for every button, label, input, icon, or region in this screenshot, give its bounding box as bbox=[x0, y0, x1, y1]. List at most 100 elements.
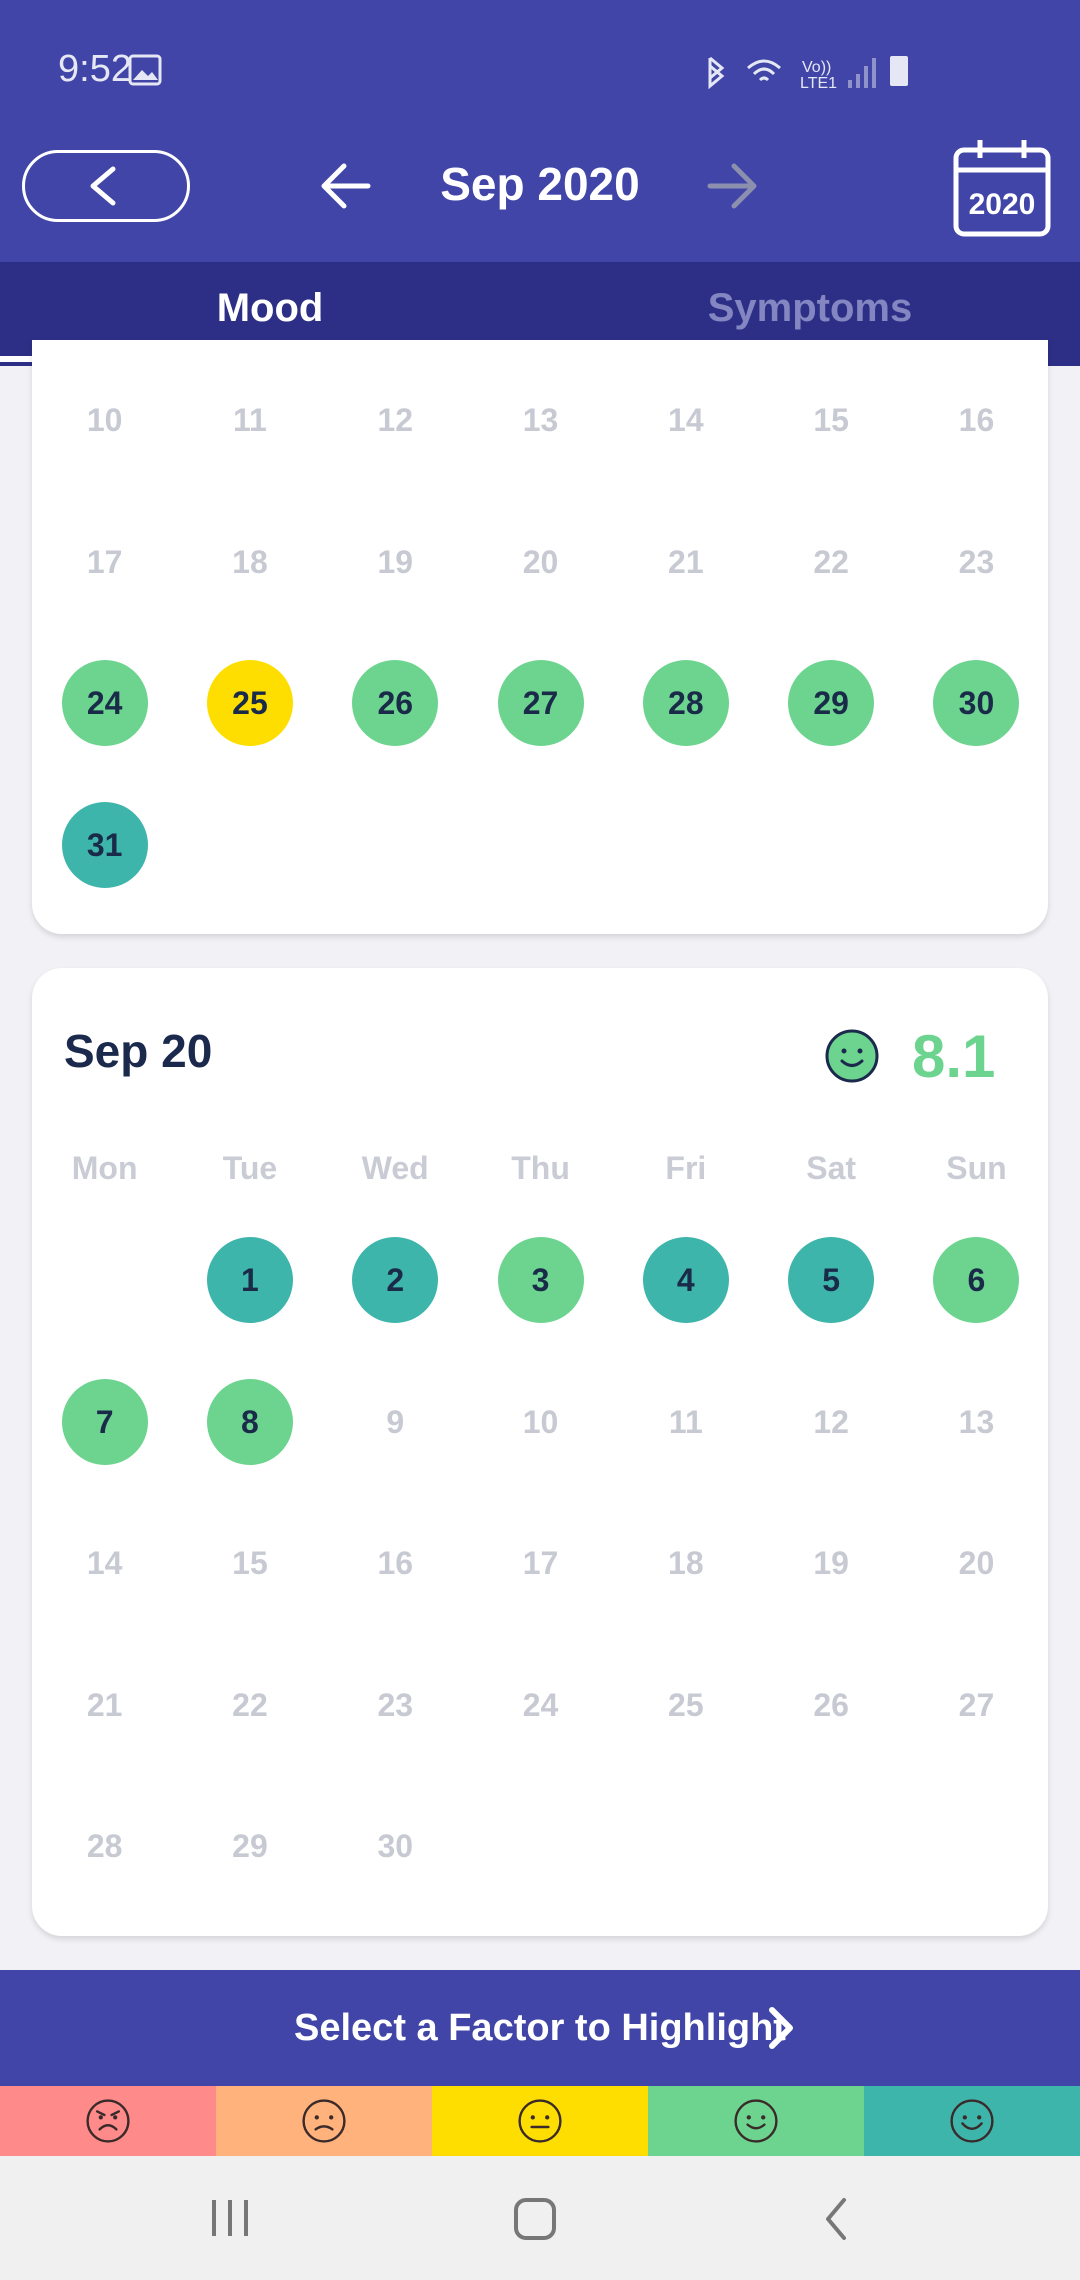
calendar-day: 17 bbox=[468, 1520, 613, 1606]
calendar-day: 13 bbox=[468, 377, 613, 463]
back-nav-icon[interactable] bbox=[818, 2194, 854, 2244]
wifi-icon bbox=[747, 59, 781, 82]
calendar-day: 27 bbox=[904, 1662, 1049, 1748]
calendar-day: 28 bbox=[32, 1803, 177, 1889]
calendar-day: 23 bbox=[904, 519, 1049, 605]
day-number: 28 bbox=[86, 1828, 123, 1865]
calendar-day[interactable]: 4 bbox=[613, 1237, 758, 1323]
calendar-day[interactable]: 26 bbox=[323, 660, 468, 747]
calendar-day: 24 bbox=[468, 1662, 613, 1748]
day-number: 26 bbox=[813, 1686, 849, 1723]
weekday-label: Sat bbox=[806, 1150, 857, 1186]
calendar-day: 29 bbox=[177, 1803, 322, 1889]
year-label: 2020 bbox=[969, 188, 1036, 221]
day-number: 15 bbox=[813, 402, 849, 438]
chevron-right-icon bbox=[769, 2007, 793, 2049]
day-number: 29 bbox=[788, 660, 875, 747]
legend-segment bbox=[216, 2086, 432, 2156]
calendar-day: 21 bbox=[32, 1662, 177, 1748]
select-factor-button[interactable]: Select a Factor to Highlight bbox=[0, 1970, 1080, 2086]
legend-segment bbox=[648, 2086, 864, 2156]
calendar-day[interactable]: 27 bbox=[468, 660, 613, 747]
calendar-day[interactable]: 29 bbox=[759, 660, 904, 747]
status-icons: Vo)) LTE1 bbox=[708, 56, 908, 92]
calendar-day[interactable]: 28 bbox=[613, 660, 758, 747]
calendar-day: 12 bbox=[759, 1379, 904, 1465]
calendar-day: 16 bbox=[323, 1520, 468, 1606]
day-number: 29 bbox=[232, 1828, 268, 1865]
calendar-day[interactable]: 24 bbox=[32, 660, 177, 747]
day-number: 14 bbox=[86, 1545, 123, 1582]
volte-icon: Vo)) bbox=[802, 59, 831, 76]
calendar-day[interactable]: 30 bbox=[904, 660, 1049, 747]
calendar-day[interactable]: 7 bbox=[32, 1378, 177, 1465]
month-title: Sep 2020 bbox=[440, 158, 640, 210]
day-number: 25 bbox=[206, 660, 293, 747]
day-number: 14 bbox=[668, 402, 704, 438]
neutral-face-icon bbox=[518, 2099, 562, 2143]
calendar-day: 9 bbox=[323, 1379, 468, 1465]
day-number: 23 bbox=[377, 1686, 414, 1723]
day-number: 8 bbox=[206, 1378, 293, 1465]
weekday-label: Mon bbox=[71, 1150, 138, 1186]
day-number: 19 bbox=[813, 1545, 849, 1582]
day-number: 4 bbox=[642, 1237, 729, 1323]
calendar-day: 25 bbox=[613, 1662, 758, 1748]
day-number: 21 bbox=[668, 543, 704, 580]
next-month-arrow-icon[interactable] bbox=[702, 158, 762, 214]
calendar-day[interactable]: 2 bbox=[323, 1237, 468, 1323]
calendar-day: 10 bbox=[468, 1379, 613, 1465]
calendar-day[interactable]: 8 bbox=[177, 1378, 322, 1465]
day-number: 10 bbox=[522, 1403, 559, 1440]
weekday-label: Tue bbox=[222, 1150, 278, 1186]
weekday-label: Thu bbox=[511, 1150, 570, 1186]
good-face-icon bbox=[734, 2099, 778, 2143]
calendar-day: 21 bbox=[613, 519, 758, 605]
calendar-day[interactable]: 3 bbox=[468, 1237, 613, 1323]
weekday-label: Fri bbox=[665, 1150, 707, 1186]
calendar-day[interactable]: 25 bbox=[177, 660, 322, 747]
system-nav-bar bbox=[0, 2156, 1080, 2280]
weekday-label: Wed bbox=[361, 1150, 429, 1186]
calendar-day[interactable]: 6 bbox=[904, 1237, 1049, 1323]
day-number: 16 bbox=[377, 1545, 414, 1582]
day-number: 13 bbox=[522, 402, 559, 438]
calendar-day: 30 bbox=[323, 1803, 468, 1889]
day-number: 17 bbox=[86, 543, 123, 580]
calendar-day[interactable]: 5 bbox=[759, 1237, 904, 1323]
year-calendar-icon[interactable]: 2020 bbox=[952, 138, 1052, 238]
gallery-icon bbox=[128, 54, 162, 86]
bluetooth-icon bbox=[708, 56, 725, 90]
day-number: 21 bbox=[86, 1686, 123, 1723]
day-number: 26 bbox=[352, 660, 439, 747]
day-number: 3 bbox=[497, 1237, 584, 1323]
previous-month-arrow-icon[interactable] bbox=[318, 158, 378, 214]
day-number: 25 bbox=[668, 1686, 704, 1723]
legend-segment bbox=[432, 2086, 648, 2156]
calendar-day: 18 bbox=[177, 519, 322, 605]
calendar-day: 19 bbox=[759, 1520, 904, 1606]
calendar-day: 20 bbox=[904, 1520, 1049, 1606]
home-icon[interactable] bbox=[512, 2196, 558, 2242]
calendar-day[interactable]: 31 bbox=[32, 801, 177, 888]
calendar-day: 16 bbox=[904, 377, 1049, 463]
calendar-day: 12 bbox=[323, 377, 468, 463]
calendar-day[interactable]: 1 bbox=[177, 1237, 322, 1323]
calendar-day: 15 bbox=[759, 377, 904, 463]
day-number: 5 bbox=[788, 1237, 875, 1323]
calendar-day: 11 bbox=[613, 1379, 758, 1465]
day-number: 17 bbox=[522, 1545, 559, 1582]
day-number: 13 bbox=[958, 1403, 995, 1440]
calendar-day: 23 bbox=[323, 1662, 468, 1748]
calendar-day: 22 bbox=[177, 1662, 322, 1748]
recent-apps-icon[interactable] bbox=[208, 2196, 252, 2240]
day-number: 23 bbox=[958, 543, 995, 580]
day-number: 24 bbox=[61, 660, 148, 747]
status-time: 9:52 bbox=[58, 48, 132, 90]
calendar-day: 13 bbox=[904, 1379, 1049, 1465]
calendar-day: 15 bbox=[177, 1520, 322, 1606]
calendar-day: 26 bbox=[759, 1662, 904, 1748]
day-number: 12 bbox=[813, 1403, 849, 1440]
back-button[interactable] bbox=[22, 150, 190, 222]
very-bad-face-icon bbox=[86, 2099, 130, 2143]
